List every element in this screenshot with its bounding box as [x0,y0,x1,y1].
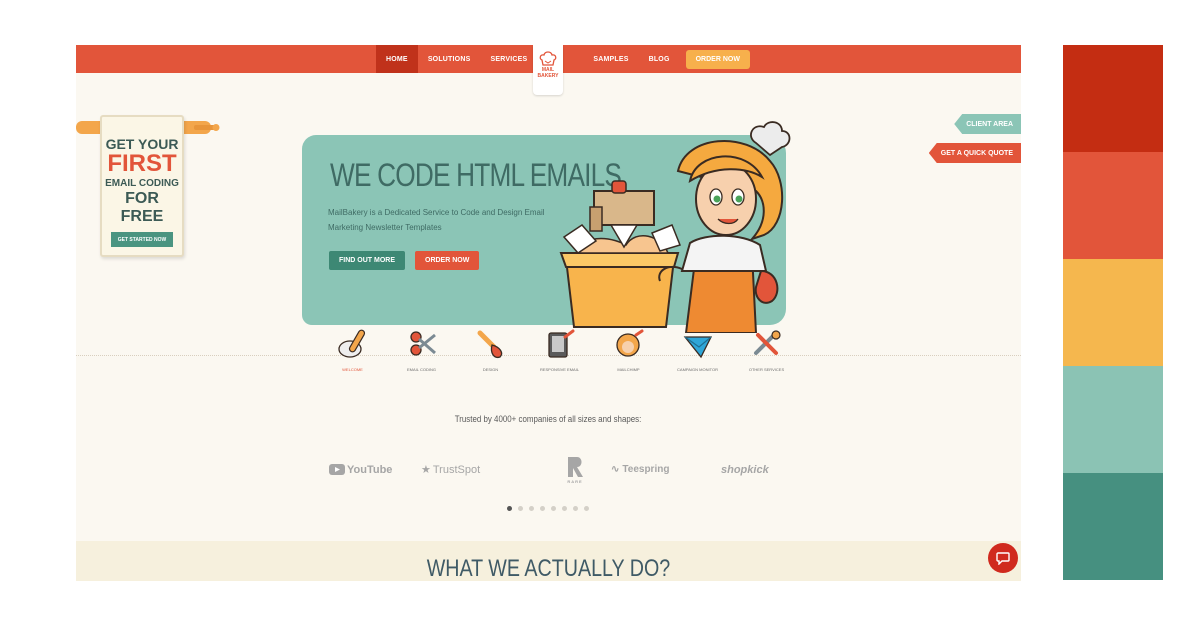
scissors-icon [409,331,436,356]
color-swatch [1063,152,1163,259]
service-campaign-monitor[interactable]: CAMPAIGN MONITOR [663,327,732,372]
brand-name: YouTube [347,463,393,476]
client-area-tab[interactable]: CLIENT AREA [954,114,1021,134]
service-label: RESPONSIVE EMAIL [539,367,580,372]
section-title: WHAT WE ACTUALLY DO? [76,555,1021,581]
carousel-dot[interactable] [562,506,567,511]
hero-subtitle: MailBakery is a Dedicated Service to Cod… [328,208,545,232]
color-swatch [1063,259,1163,366]
brush-icon [477,330,502,359]
youtube-logo: YouTube [329,464,421,476]
website-frame: HOME SOLUTIONS SERVICES SAMPLES BLOG ORD… [76,45,1021,581]
promo-line4: FOR FREE [120,190,164,225]
nav-services[interactable]: SERVICES [480,45,537,73]
color-swatch [1063,366,1163,473]
hero-order-now-button[interactable]: ORDER NOW [415,251,480,270]
get-started-button[interactable]: GET STARTED NOW [111,232,173,247]
carousel-dot[interactable] [573,506,578,511]
quick-quote-tab[interactable]: GET A QUICK QUOTE [928,143,1021,163]
carousel-dot[interactable] [540,506,545,511]
rare-r-icon [568,457,583,477]
service-label: EMAIL CODING [407,367,436,372]
brand-name: TrustSpot [432,463,481,476]
service-mailchimp[interactable]: MAILCHIMP [594,327,663,372]
devices-icon [547,329,574,358]
logo-text-line2: BAKERY [537,73,559,79]
service-responsive-email[interactable]: RESPONSIVE EMAIL [525,327,594,372]
promo-line3: EMAIL CODING [105,178,179,189]
carousel-dot[interactable] [584,506,589,511]
service-welcome[interactable]: WELCOME [318,327,387,372]
trustspot-logo: ★ TrustSpot [421,463,539,477]
trusted-text: Trusted by 4000+ companies of all sizes … [455,414,642,424]
brand-name: shopkick [721,463,769,476]
nav-home[interactable]: HOME [376,45,418,73]
carousel-dot[interactable] [507,506,512,511]
service-label: MAILCHIMP [617,367,640,372]
baker-mascot-illustration [559,121,791,333]
color-swatch [1063,473,1163,580]
carousel-pagination [507,506,595,511]
chef-hat-logo-icon [539,51,557,66]
carousel-dot[interactable] [518,506,523,511]
nav-solutions[interactable]: SOLUTIONS [418,45,481,73]
rolling-pin-icon [337,329,365,358]
client-logos: YouTube ★ TrustSpot RARE ∿ Teespring sho… [329,455,781,484]
what-we-do-section: WHAT WE ACTUALLY DO? [76,541,1021,581]
chimp-icon [615,329,643,357]
chat-widget-button[interactable] [988,543,1018,573]
brand-name: RARE [567,479,583,484]
chat-bubble-icon [996,551,1010,565]
carousel-dot[interactable] [551,506,556,511]
teespring-logo: ∿ Teespring [611,464,721,475]
nav-samples[interactable]: SAMPLES [583,45,638,73]
youtube-play-icon [329,464,345,475]
trusted-by-text: Trusted by 4000+ companies of all sizes … [76,414,1021,424]
color-palette [1063,45,1163,580]
shopkick-logo: shopkick [721,464,781,476]
services-row: WELCOME EMAIL CODING DESIGN RESPONSIVE E… [318,327,801,372]
service-label: OTHER SERVICES [748,367,785,372]
color-swatch [1063,45,1163,152]
mailbakery-logo[interactable]: MAIL BAKERY [533,45,563,95]
star-icon: ★ [421,464,431,476]
carousel-dot[interactable] [529,506,534,511]
service-label: DESIGN [482,367,499,372]
service-other[interactable]: OTHER SERVICES [732,327,801,372]
tools-icon [753,330,781,355]
screenshot-canvas: HOME SOLUTIONS SERVICES SAMPLES BLOG ORD… [0,0,1200,630]
nav-order-now-button[interactable]: ORDER NOW [685,49,750,69]
service-label: CAMPAIGN MONITOR [677,367,718,372]
nav-blog[interactable]: BLOG [639,45,680,73]
section-title-text: WHAT WE ACTUALLY DO? [426,555,671,581]
service-design[interactable]: DESIGN [456,327,525,372]
campaign-monitor-icon [683,336,712,359]
brand-name: Teespring [622,464,670,475]
promo-line2: FIRST [107,150,177,177]
rare-logo: RARE [539,455,611,484]
service-label: WELCOME [342,367,363,372]
service-email-coding[interactable]: EMAIL CODING [387,327,456,372]
find-out-more-button[interactable]: FIND OUT MORE [329,251,405,270]
teespring-wave-icon: ∿ [611,464,620,475]
free-coding-promo[interactable]: GET YOUR FIRST EMAIL CODING FOR FREE GET… [100,115,184,257]
